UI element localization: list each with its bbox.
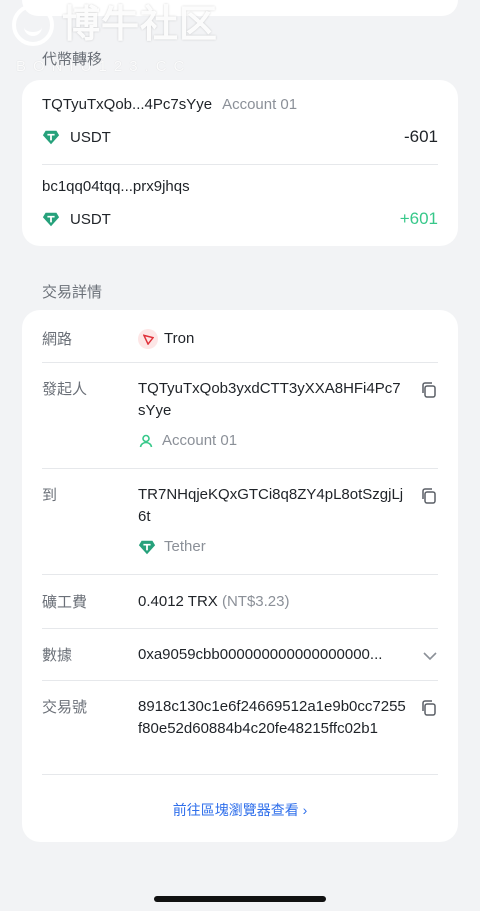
to-amount: +601: [399, 209, 438, 228]
tether-icon: [42, 130, 60, 145]
tx-hash-label: 交易號: [42, 699, 88, 716]
to-value: TR7NHqjeKQxGTCi8q8ZY4pL8otSzgjLj6t Tethe…: [138, 484, 408, 558]
network-row: 網路 Tron: [42, 328, 438, 352]
fee-label: 礦工費: [42, 594, 88, 611]
home-indicator[interactable]: [154, 896, 326, 902]
divider: [42, 774, 438, 775]
transfer-section-title: 代幣轉移: [42, 51, 103, 68]
data-row[interactable]: 數據 0xa9059cbb000000000000000000...: [42, 644, 438, 668]
watermark-text: 博牛社区: [62, 4, 219, 46]
copy-icon[interactable]: [420, 699, 438, 717]
sender-row: 發起人 TQTyuTxQob3yxdCTT3yXXA8HFi4Pc7sYye A…: [42, 378, 438, 458]
to-address: bc1qq04tqq...prx9jhqs: [42, 178, 190, 195]
from-token-row: USDT -601: [42, 125, 438, 149]
tether-icon: [42, 212, 60, 227]
sender-account-name: Account 01: [162, 432, 238, 449]
sender-label: 發起人: [42, 381, 88, 398]
fee-row: 礦工費 0.4012 TRX (NT$3.23): [42, 591, 438, 615]
network-label: 網路: [42, 331, 73, 348]
divider: [42, 574, 438, 575]
fee-amount: 0.4012 TRX: [138, 593, 218, 610]
to-label: 到: [42, 487, 58, 504]
watermark-logo: 博牛社区: [12, 4, 218, 46]
to-token-row: USDT +601: [42, 207, 438, 231]
to-contract-name: Tether: [164, 538, 206, 555]
details-section-title: 交易詳情: [42, 284, 103, 301]
copy-icon[interactable]: [420, 487, 438, 505]
sender-address[interactable]: TQTyuTxQob3yxdCTT3yXXA8HFi4Pc7sYye: [138, 378, 408, 422]
copy-icon[interactable]: [420, 381, 438, 399]
from-address-line[interactable]: TQTyuTxQob...4Pc7sYye Account 01: [42, 96, 297, 113]
tx-hash-row: 交易號 8918c130c1e6f24669512a1e9b0cc7255f80…: [42, 696, 438, 766]
divider: [42, 362, 438, 363]
to-address-line[interactable]: bc1qq04tqq...prx9jhqs: [42, 178, 190, 195]
token-transfer-card: TQTyuTxQob...4Pc7sYye Account 01 USDT -60…: [22, 80, 458, 246]
tx-hash-value[interactable]: 8918c130c1e6f24669512a1e9b0cc7255f80e52d…: [138, 696, 408, 740]
view-on-explorer-link[interactable]: 前往區塊瀏覽器查看 ›: [22, 800, 458, 820]
from-account-tag: Account 01: [222, 96, 298, 113]
to-contract-name-line: Tether: [138, 536, 408, 558]
to-contract-address[interactable]: TR7NHqjeKQxGTCi8q8ZY4pL8otSzgjLj6t: [138, 484, 408, 528]
tron-icon: [138, 329, 158, 349]
data-value: 0xa9059cbb000000000000000000...: [138, 646, 383, 663]
divider: [42, 628, 438, 629]
divider: [42, 164, 438, 165]
fee-fiat: (NT$3.23): [221, 593, 290, 610]
from-address: TQTyuTxQob...4Pc7sYye: [42, 96, 213, 113]
network-name: Tron: [164, 330, 195, 347]
sender-account: Account 01: [138, 430, 408, 452]
user-icon: [139, 434, 153, 448]
watermark-bull-icon: [12, 4, 54, 46]
transaction-details-card: 網路 Tron 發起人 TQTyuTxQob3yxdCTT3yXXA8HFi4P…: [22, 310, 458, 842]
to-token-name: USDT: [70, 210, 111, 228]
data-label: 數據: [42, 647, 73, 664]
sender-value: TQTyuTxQob3yxdCTT3yXXA8HFi4Pc7sYye Accou…: [138, 378, 408, 452]
divider: [42, 680, 438, 681]
network-value: Tron: [138, 328, 408, 350]
chevron-down-icon[interactable]: [422, 648, 438, 664]
tether-icon: [138, 540, 156, 555]
from-amount: -601: [403, 127, 438, 146]
divider: [42, 468, 438, 469]
from-token-name: USDT: [70, 128, 111, 146]
fee-value: 0.4012 TRX (NT$3.23): [138, 591, 408, 613]
to-row: 到 TR7NHqjeKQxGTCi8q8ZY4pL8otSzgjLj6t Tet…: [42, 484, 438, 564]
